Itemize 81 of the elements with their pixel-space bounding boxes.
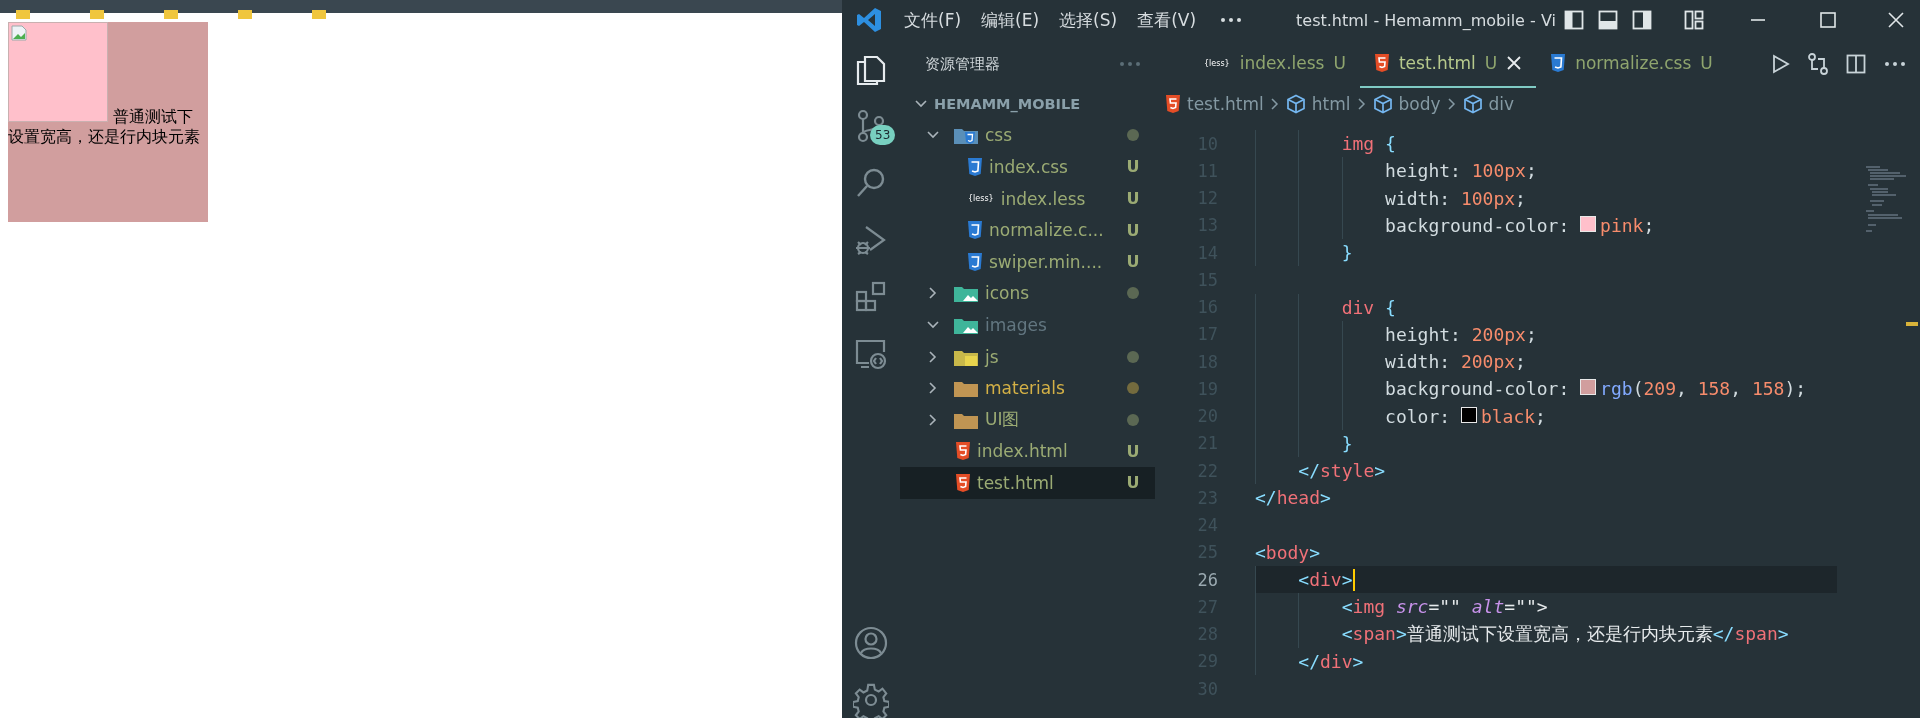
split-editor-icon[interactable] [1846, 54, 1866, 74]
code-line: color: black; [1384, 405, 1546, 427]
toggle-panel-icon[interactable] [1597, 10, 1618, 30]
code-line: div { [1340, 296, 1396, 318]
breadcrumb-item[interactable]: div [1488, 94, 1515, 114]
breadcrumb-item[interactable]: html [1311, 94, 1351, 114]
code-line: background-color: pink; [1384, 214, 1655, 236]
code-line: width: 200px; [1384, 351, 1526, 373]
extensions-icon[interactable] [854, 279, 888, 314]
code-line: <body> [1255, 541, 1321, 563]
tree-item[interactable]: index.css U [900, 151, 1155, 183]
code-line: width: 100px; [1384, 187, 1526, 209]
less-file-icon: {less} [967, 194, 995, 204]
code-line: } [1340, 242, 1353, 264]
less-file-icon: {less} [1203, 58, 1231, 68]
vscode-logo-icon[interactable] [856, 7, 882, 33]
css-file-icon [967, 157, 983, 177]
text-cursor [1352, 568, 1355, 591]
more-icon[interactable] [1220, 17, 1243, 23]
badge: 53 [870, 125, 896, 145]
customize-layout-icon[interactable] [1683, 10, 1704, 30]
html-file-icon [1165, 94, 1181, 114]
scrollbar-marker-icon [1906, 322, 1918, 326]
window-title: test.html - Hemamm_mobile - Vi [1296, 10, 1556, 30]
tree-item[interactable]: js [900, 340, 1155, 373]
settings-icon[interactable] [853, 681, 889, 718]
tree-item[interactable]: HEMAMM_MOBILE [900, 88, 1155, 120]
close-icon[interactable] [1886, 11, 1905, 29]
code-line: </div> [1297, 650, 1364, 672]
line-number: 26 [1196, 569, 1218, 590]
editor-tab[interactable]: test.html U [1359, 40, 1537, 88]
tree-item[interactable]: UI图 [900, 403, 1155, 436]
cube-icon [1372, 94, 1393, 114]
span-text: 普通测试下设置宽高，还是行内块元素 [8, 107, 200, 146]
code-line: <img src="" alt=""> [1340, 596, 1548, 618]
code-line: background-color: rgb(209, 158, 158); [1384, 378, 1807, 400]
toggle-sidebar-icon[interactable] [1563, 10, 1584, 30]
cube-icon [1462, 94, 1483, 114]
css-file-icon [967, 251, 983, 272]
css-file-icon [967, 220, 983, 241]
menu-item[interactable]: 文件(F) [894, 8, 972, 32]
cube-icon [1285, 94, 1306, 114]
close-icon[interactable] [1506, 55, 1523, 71]
code-line: } [1340, 432, 1353, 454]
chevron-right-icon [1446, 97, 1457, 111]
editor-tab[interactable]: normalize.css U [1536, 40, 1727, 88]
menu-item[interactable]: 选择(S) [1049, 8, 1128, 32]
html-file-icon [955, 441, 971, 462]
menu-item[interactable]: 编辑(E) [971, 8, 1050, 32]
tree-item[interactable]: materials [900, 372, 1155, 404]
chevron-right-icon [1356, 97, 1367, 111]
editor-tab[interactable]: {less} index.less U [1189, 40, 1360, 88]
tree-item[interactable]: {less} index.less U [900, 182, 1155, 215]
more-icon[interactable] [1884, 61, 1906, 67]
code-line: <span>普通测试下设置宽高，还是行内块元素</span> [1340, 622, 1789, 647]
run-icon[interactable] [1772, 54, 1790, 74]
tree-item[interactable]: test.html U [900, 467, 1155, 499]
tree-item[interactable]: swiper.min.... U [900, 245, 1155, 278]
code-line: img { [1340, 133, 1396, 155]
breadcrumb-item[interactable]: body [1398, 94, 1441, 114]
tree-item[interactable]: normalize.c... U [900, 214, 1155, 246]
code-line: </style> [1297, 460, 1386, 482]
tree-item[interactable]: icons [900, 277, 1155, 310]
code-line: height: 200px; [1384, 323, 1537, 345]
css-file-icon [1550, 53, 1567, 73]
code-line: <div> [1297, 569, 1353, 591]
code-line: height: 100px; [1384, 160, 1537, 182]
maximize-icon[interactable] [1818, 11, 1837, 29]
explorer-title: 资源管理器 [925, 54, 1000, 74]
breadcrumb-item[interactable]: test.html [1187, 94, 1264, 114]
html-file-icon [1373, 53, 1390, 73]
compare-changes-icon[interactable] [1808, 53, 1828, 75]
account-icon[interactable] [853, 624, 889, 661]
toggle-secondary-sidebar-icon[interactable] [1631, 10, 1652, 30]
tree-item[interactable]: index.html U [900, 435, 1155, 468]
tree-item[interactable]: css [900, 119, 1155, 152]
code-line: </head> [1255, 487, 1331, 509]
html-file-icon [955, 472, 971, 493]
menu-item[interactable]: 查看(V) [1127, 8, 1207, 32]
tree-item[interactable]: images [900, 309, 1155, 341]
chevron-right-icon [1269, 97, 1280, 111]
